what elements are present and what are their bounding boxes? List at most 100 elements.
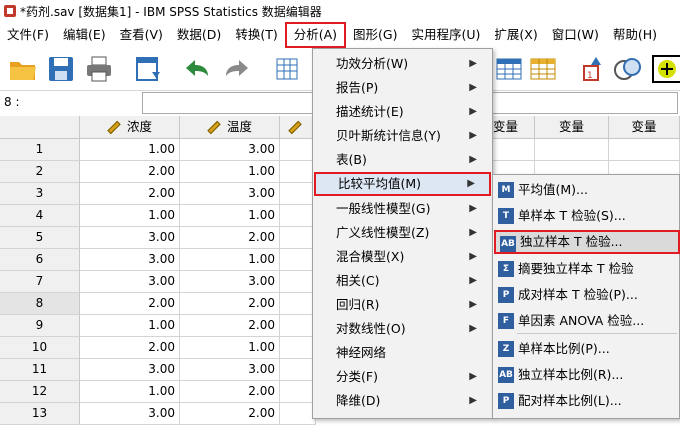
menu-data[interactable]: 数据(D): [170, 22, 228, 48]
cell-temperature[interactable]: 2.00: [180, 403, 280, 425]
cell-empty[interactable]: [280, 315, 316, 337]
cell-concentration[interactable]: 1.00: [80, 205, 180, 227]
row-number[interactable]: 12: [0, 381, 80, 403]
cell-empty[interactable]: [535, 139, 609, 161]
menu-utilities[interactable]: 实用程序(U): [404, 22, 487, 48]
cell-temperature[interactable]: 2.00: [180, 381, 280, 403]
save-icon[interactable]: [46, 54, 76, 84]
menu-window[interactable]: 窗口(W): [545, 22, 606, 48]
row-number[interactable]: 3: [0, 183, 80, 205]
cell-empty[interactable]: [280, 359, 316, 381]
menu-transform[interactable]: 转换(T): [228, 22, 284, 48]
menu-item-paired-samples-t-test[interactable]: P 成对样本 T 检验(P)...: [494, 283, 680, 307]
row-number[interactable]: 6: [0, 249, 80, 271]
menu-item-tables[interactable]: 表(B) ▶: [314, 148, 491, 172]
menu-item-compare-means[interactable]: 比较平均值(M) ▶: [314, 172, 491, 196]
cell-empty[interactable]: [280, 337, 316, 359]
cell-temperature[interactable]: 3.00: [180, 139, 280, 161]
value-labels-icon[interactable]: [612, 54, 642, 84]
column-header-temperature[interactable]: 温度: [180, 116, 280, 139]
cell-concentration[interactable]: 2.00: [80, 337, 180, 359]
menu-item-one-sample-t-test[interactable]: T 单样本 T 检验(S)...: [494, 204, 680, 228]
row-number[interactable]: 13: [0, 403, 80, 425]
cell-temperature[interactable]: 1.00: [180, 161, 280, 183]
row-number[interactable]: 10: [0, 337, 80, 359]
menu-item-reports[interactable]: 报告(P) ▶: [314, 76, 491, 100]
menu-item-classify[interactable]: 分类(F) ▶: [314, 365, 491, 389]
menu-item-independent-samples-t-test[interactable]: AB 独立样本 T 检验...: [494, 230, 680, 254]
menu-edit[interactable]: 编辑(E): [56, 22, 113, 48]
menu-item-one-sample-proportions[interactable]: Z 单样本比例(P)...: [494, 337, 680, 361]
cell-temperature[interactable]: 3.00: [180, 183, 280, 205]
menu-analyze[interactable]: 分析(A): [284, 22, 347, 48]
split-file-icon[interactable]: [528, 54, 558, 84]
cell-concentration[interactable]: 3.00: [80, 271, 180, 293]
cell-temperature[interactable]: 3.00: [180, 271, 280, 293]
menu-item-independent-samples-proportions[interactable]: AB 独立样本比例(R)...: [494, 363, 680, 387]
menu-item-paired-samples-proportions[interactable]: P 配对样本比例(L)...: [494, 389, 680, 413]
add-icon[interactable]: [652, 54, 680, 84]
cell-temperature[interactable]: 2.00: [180, 315, 280, 337]
menu-item-neural-networks[interactable]: 神经网络: [314, 341, 491, 365]
weight-cases-icon[interactable]: 1: [578, 54, 608, 84]
column-header-partial[interactable]: [280, 116, 316, 139]
row-number[interactable]: 7: [0, 271, 80, 293]
menu-item-one-way-anova[interactable]: F 单因素 ANOVA 检验...: [494, 309, 680, 333]
column-header-var[interactable]: 变量: [609, 116, 680, 139]
cell-concentration[interactable]: 2.00: [80, 183, 180, 205]
menu-item-mixed-models[interactable]: 混合模型(X) ▶: [314, 245, 491, 269]
menu-graphs[interactable]: 图形(G): [346, 22, 404, 48]
redo-icon[interactable]: [222, 54, 252, 84]
corner-header[interactable]: [0, 116, 80, 139]
cell-concentration[interactable]: 1.00: [80, 315, 180, 337]
dialog-recall-icon[interactable]: [134, 54, 164, 84]
column-header-var[interactable]: 变量: [493, 116, 535, 139]
goto-case-icon[interactable]: [274, 54, 304, 84]
menu-item-bayesian-statistics[interactable]: 贝叶斯统计信息(Y) ▶: [314, 124, 491, 148]
cell-concentration[interactable]: 3.00: [80, 227, 180, 249]
menu-item-power-analysis[interactable]: 功效分析(W) ▶: [314, 52, 491, 76]
menu-help[interactable]: 帮助(H): [606, 22, 664, 48]
cell-concentration[interactable]: 1.00: [80, 381, 180, 403]
cell-concentration[interactable]: 3.00: [80, 359, 180, 381]
cell-concentration[interactable]: 3.00: [80, 249, 180, 271]
variables-grid-icon[interactable]: [494, 54, 524, 84]
menu-item-means[interactable]: M 平均值(M)...: [494, 178, 680, 202]
cell-temperature[interactable]: 2.00: [180, 293, 280, 315]
menu-view[interactable]: 查看(V): [113, 22, 170, 48]
cell-concentration[interactable]: 2.00: [80, 161, 180, 183]
cell-temperature[interactable]: 3.00: [180, 359, 280, 381]
menu-item-generalized-linear-models[interactable]: 广义线性模型(Z) ▶: [314, 221, 491, 245]
row-number[interactable]: 2: [0, 161, 80, 183]
undo-icon[interactable]: [182, 54, 212, 84]
cell-empty[interactable]: [280, 183, 316, 205]
menu-item-regression[interactable]: 回归(R) ▶: [314, 293, 491, 317]
print-icon[interactable]: [84, 54, 114, 84]
row-number[interactable]: 4: [0, 205, 80, 227]
cell-empty[interactable]: [280, 403, 316, 425]
cell-empty[interactable]: [280, 161, 316, 183]
cell-temperature[interactable]: 2.00: [180, 227, 280, 249]
cell-empty[interactable]: [280, 381, 316, 403]
row-number[interactable]: 11: [0, 359, 80, 381]
cell-empty[interactable]: [280, 227, 316, 249]
cell-concentration[interactable]: 3.00: [80, 403, 180, 425]
cell-empty[interactable]: [493, 139, 535, 161]
cell-concentration[interactable]: 2.00: [80, 293, 180, 315]
cell-empty[interactable]: [280, 249, 316, 271]
open-folder-icon[interactable]: [8, 54, 38, 84]
cell-empty[interactable]: [280, 205, 316, 227]
cell-temperature[interactable]: 1.00: [180, 249, 280, 271]
cell-temperature[interactable]: 1.00: [180, 337, 280, 359]
row-number[interactable]: 8: [0, 293, 80, 315]
cell-empty[interactable]: [280, 271, 316, 293]
row-number[interactable]: 5: [0, 227, 80, 249]
menu-item-loglinear[interactable]: 对数线性(O) ▶: [314, 317, 491, 341]
menu-item-descriptive-statistics[interactable]: 描述统计(E) ▶: [314, 100, 491, 124]
cell-empty[interactable]: [609, 139, 680, 161]
menu-item-correlate[interactable]: 相关(C) ▶: [314, 269, 491, 293]
menu-item-general-linear-model[interactable]: 一般线性模型(G) ▶: [314, 197, 491, 221]
menu-item-dimension-reduction[interactable]: 降维(D) ▶: [314, 389, 491, 413]
row-number[interactable]: 9: [0, 315, 80, 337]
menu-item-summary-independent-t-test[interactable]: Σ 摘要独立样本 T 检验: [494, 257, 680, 281]
